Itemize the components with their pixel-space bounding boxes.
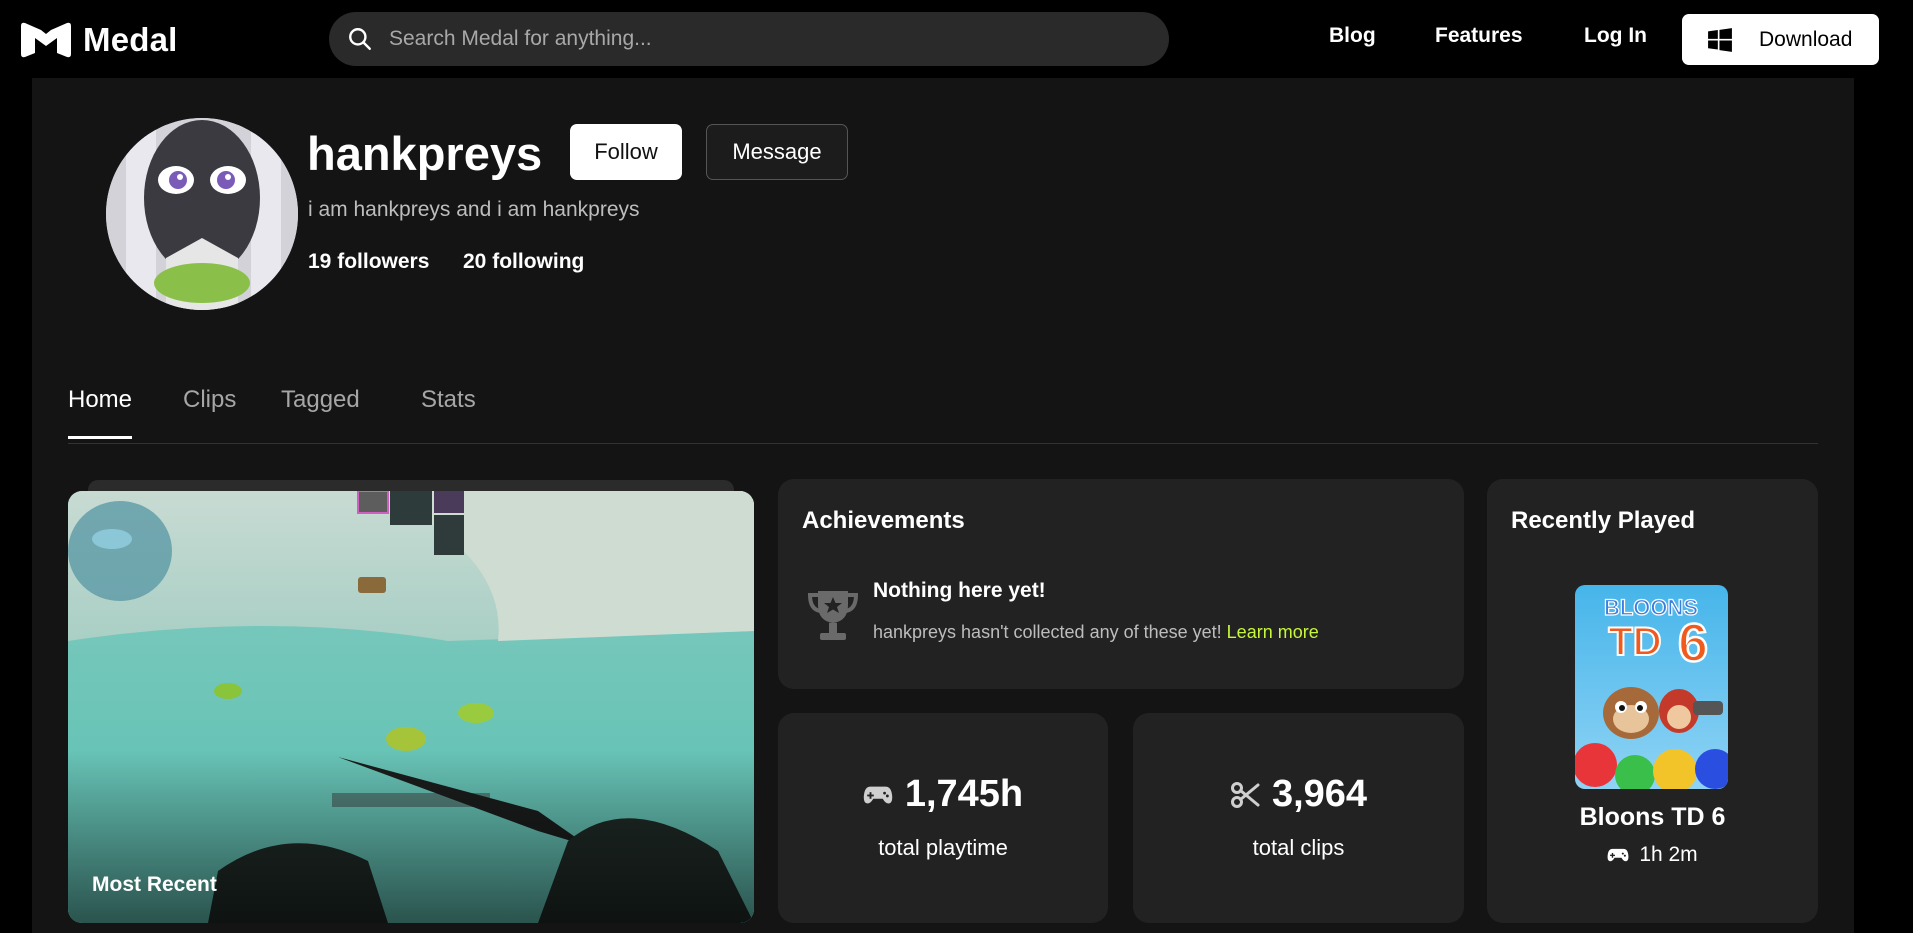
nav-features-link[interactable]: Features [1435, 24, 1523, 48]
bloons-cover-art: BLOONS TD 6 [1575, 585, 1728, 789]
recently-played-title: Recently Played [1511, 507, 1696, 534]
tab-home[interactable]: Home [68, 386, 133, 439]
top-navbar: Medal Blog Features Log In Download [0, 0, 1913, 78]
clips-stat-card: 3,964 total clips [1133, 713, 1464, 923]
clips-value: 3,964 [1271, 773, 1368, 815]
playtime-value: 1,745h [904, 773, 1024, 815]
nav-blog-link[interactable]: Blog [1329, 24, 1376, 48]
playtime-label: total playtime [878, 835, 1008, 860]
profile-bio: i am hankpreys and i am hankpreys [308, 198, 640, 221]
avatar[interactable] [106, 118, 298, 310]
playtime-stat-card: 1,745h total playtime [778, 713, 1108, 923]
clips-label: total clips [1252, 835, 1345, 860]
download-label: Download [1759, 27, 1853, 51]
learn-more-link[interactable]: Learn more [1227, 622, 1319, 642]
message-button[interactable]: Message [706, 124, 848, 180]
tab-stats[interactable]: Stats [421, 386, 476, 436]
game-time-value: 1h 2m [1639, 843, 1698, 866]
nav-login-link[interactable]: Log In [1584, 24, 1647, 48]
game-name[interactable]: Bloons TD 6 [1487, 803, 1818, 832]
windows-icon [1708, 27, 1732, 52]
search-icon [349, 28, 371, 50]
svg-text:TD: TD [1608, 620, 1661, 664]
medal-logo-icon [21, 22, 71, 58]
gamepad-icon [1607, 848, 1629, 862]
following-link[interactable]: 20 following [463, 250, 584, 274]
profile-tabs: Home Clips Tagged Stats [68, 386, 1818, 444]
followers-link[interactable]: 19 followers [308, 250, 429, 274]
medal-logo[interactable]: Medal [19, 20, 178, 60]
following-label: following [492, 250, 585, 273]
achievements-empty-title: Nothing here yet! [873, 579, 1046, 602]
recently-played-card: Recently Played BLOONS TD 6 Bloons TD 6 … [1487, 479, 1818, 923]
clip-label: Most Recent [92, 873, 217, 896]
achievements-empty-message: hankpreys hasn't collected any of these … [873, 622, 1222, 642]
search-bar[interactable] [329, 12, 1169, 66]
followers-count: 19 [308, 250, 332, 273]
game-cover-bloons[interactable]: BLOONS TD 6 [1575, 585, 1728, 789]
scissors-icon [1230, 781, 1260, 808]
avatar-image [106, 118, 298, 310]
followers-label: followers [337, 250, 430, 273]
tab-tagged[interactable]: Tagged [281, 386, 360, 436]
svg-text:6: 6 [1678, 613, 1708, 673]
brand-name: Medal [83, 21, 178, 58]
clip-thumbnail [68, 491, 754, 923]
profile-username: hankpreys [307, 127, 543, 180]
most-recent-clip-card[interactable]: Most Recent [68, 491, 754, 923]
follow-button[interactable]: Follow [570, 124, 682, 180]
achievements-title: Achievements [802, 507, 965, 534]
achievements-card: Achievements Nothing here yet! hankpreys… [778, 479, 1464, 689]
tab-clips[interactable]: Clips [183, 386, 236, 436]
game-playtime: 1h 2m [1487, 843, 1818, 867]
profile-panel: hankpreys Follow Message i am hankpreys … [32, 78, 1854, 933]
trophy-icon [807, 591, 859, 640]
gamepad-icon [863, 786, 893, 803]
achievements-empty-text: hankpreys hasn't collected any of these … [873, 622, 1319, 643]
search-input[interactable] [389, 27, 1149, 51]
download-button[interactable]: Download [1682, 14, 1879, 65]
following-count: 20 [463, 250, 487, 273]
